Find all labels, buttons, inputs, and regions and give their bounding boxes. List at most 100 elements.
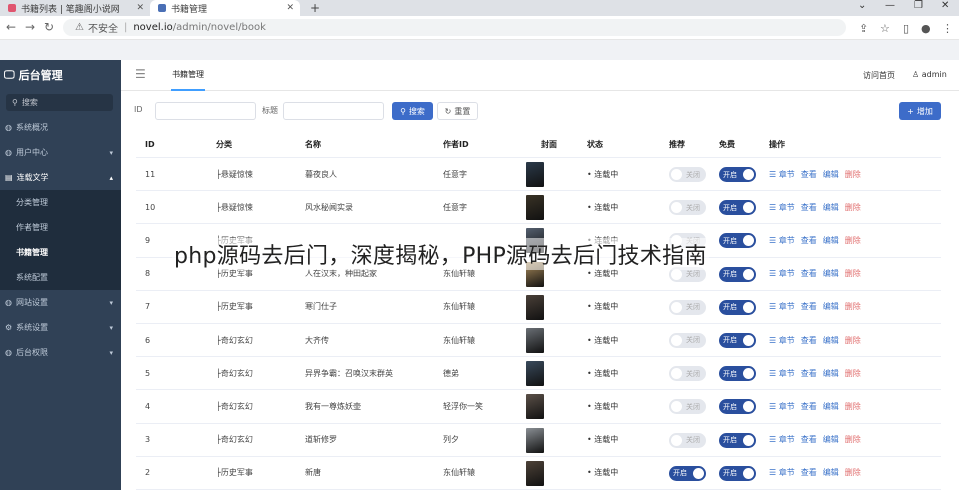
browser-tab-2[interactable]: 书籍管理 ✕ [150, 0, 300, 16]
address-bar-row: ← → ↻ ⚠ 不安全 | novel.io /admin/novel/book… [0, 16, 959, 40]
recommend-toggle[interactable]: 关闭 [669, 332, 706, 348]
delete-link[interactable]: 删除 [845, 434, 861, 445]
star-icon[interactable]: ☆ [880, 22, 890, 35]
delete-link[interactable]: 删除 [845, 268, 861, 279]
cell-status: • 连载中 [587, 335, 619, 345]
sidebar-search[interactable]: ⚲ 搜索 [6, 94, 113, 111]
edit-link[interactable]: 编辑 [823, 368, 839, 379]
chevron-down-icon[interactable]: ⌄ [858, 0, 866, 11]
free-toggle[interactable]: 开启 [719, 167, 756, 182]
reset-button[interactable]: ↻ 重置 [437, 102, 478, 120]
chapters-link[interactable]: ☰ 章节 [769, 401, 795, 412]
restore-icon[interactable]: ❐ [914, 0, 923, 11]
free-toggle[interactable]: 开启 [719, 233, 756, 249]
delete-link[interactable]: 删除 [845, 202, 861, 213]
title-input[interactable] [283, 102, 384, 120]
chapters-link[interactable]: ☰ 章节 [769, 169, 795, 180]
visit-home-link[interactable]: 访问首页 [863, 70, 895, 81]
free-toggle[interactable]: 开启 [719, 299, 756, 315]
recommend-toggle[interactable]: 关闭 [669, 299, 706, 315]
edit-link[interactable]: 编辑 [823, 467, 839, 478]
edit-link[interactable]: 编辑 [823, 301, 839, 312]
sidebar-item-system[interactable]: ⚙ 系统设置 ▾ [0, 315, 121, 340]
view-link[interactable]: 查看 [801, 202, 817, 213]
menu-icon[interactable]: ⋮ [942, 22, 953, 35]
edit-link[interactable]: 编辑 [823, 401, 839, 412]
close-icon[interactable]: ✕ [136, 3, 144, 13]
forward-icon[interactable]: → [25, 20, 35, 34]
free-toggle[interactable]: 开启 [719, 399, 756, 415]
sidebar-item-literature[interactable]: ▤ 连载文学 ▴ [0, 165, 121, 190]
view-link[interactable]: 查看 [801, 434, 817, 445]
recommend-toggle[interactable]: 关闭 [669, 366, 706, 382]
sidebar-item-permissions[interactable]: ◍ 后台权限 ▾ [0, 340, 121, 365]
recommend-toggle[interactable]: 关闭 [669, 200, 706, 216]
share-icon[interactable]: ⇪ [859, 22, 868, 35]
sidebar-item-label: 连载文学 [16, 173, 49, 182]
chapters-link[interactable]: ☰ 章节 [769, 268, 795, 279]
delete-link[interactable]: 删除 [845, 235, 861, 246]
chapters-link[interactable]: ☰ 章节 [769, 434, 795, 445]
view-link[interactable]: 查看 [801, 301, 817, 312]
chapters-link[interactable]: ☰ 章节 [769, 235, 795, 246]
delete-link[interactable]: 删除 [845, 401, 861, 412]
delete-link[interactable]: 删除 [845, 335, 861, 346]
sidebar-item-books[interactable]: 书籍管理 [0, 240, 121, 265]
edit-link[interactable]: 编辑 [823, 202, 839, 213]
free-toggle[interactable]: 开启 [719, 465, 756, 481]
delete-link[interactable]: 删除 [845, 169, 861, 180]
sidebar-item-categories[interactable]: 分类管理 [0, 190, 121, 215]
free-toggle[interactable]: 开启 [719, 366, 756, 382]
recommend-toggle[interactable]: 关闭 [669, 399, 706, 415]
edit-link[interactable]: 编辑 [823, 268, 839, 279]
sidebar-item-overview[interactable]: ◍ 系统概况 [0, 115, 121, 140]
reload-icon[interactable]: ↻ [44, 20, 54, 34]
url-field[interactable]: ⚠ 不安全 | novel.io /admin/novel/book [63, 19, 846, 36]
profile-icon[interactable]: ● [921, 22, 931, 35]
delete-link[interactable]: 删除 [845, 467, 861, 478]
view-link[interactable]: 查看 [801, 169, 817, 180]
add-button[interactable]: + 增加 [899, 102, 941, 120]
sidebar-item-users[interactable]: ◍ 用户中心 ▾ [0, 140, 121, 165]
view-link[interactable]: 查看 [801, 335, 817, 346]
free-toggle[interactable]: 开启 [719, 432, 756, 448]
edit-link[interactable]: 编辑 [823, 235, 839, 246]
recommend-toggle[interactable]: 开启 [669, 465, 706, 481]
chapters-link[interactable]: ☰ 章节 [769, 467, 795, 478]
hamburger-icon[interactable]: ☰ [135, 67, 146, 81]
id-input[interactable] [155, 102, 256, 120]
free-toggle[interactable]: 开启 [719, 266, 756, 282]
edit-link[interactable]: 编辑 [823, 335, 839, 346]
tab-books[interactable]: 书籍管理 [171, 60, 205, 91]
chapters-link[interactable]: ☰ 章节 [769, 202, 795, 213]
view-link[interactable]: 查看 [801, 467, 817, 478]
browser-tab-1[interactable]: 书籍列表 | 笔趣阁小说网 ✕ [0, 0, 150, 16]
back-icon[interactable]: ← [6, 20, 16, 34]
sidepanel-icon[interactable]: ▯ [903, 22, 909, 35]
user-menu[interactable]: ♙ admin [912, 70, 947, 79]
sidebar-item-website[interactable]: ◍ 网站设置 ▾ [0, 290, 121, 315]
recommend-toggle[interactable]: 关闭 [669, 167, 706, 182]
sidebar-item-config[interactable]: 系统配置 [0, 265, 121, 290]
view-link[interactable]: 查看 [801, 268, 817, 279]
free-toggle[interactable]: 开启 [719, 332, 756, 348]
new-tab-icon[interactable]: + [310, 1, 320, 15]
chapters-link[interactable]: ☰ 章节 [769, 335, 795, 346]
view-link[interactable]: 查看 [801, 235, 817, 246]
recommend-toggle[interactable]: 关闭 [669, 432, 706, 448]
chapters-link[interactable]: ☰ 章节 [769, 368, 795, 379]
edit-link[interactable]: 编辑 [823, 434, 839, 445]
delete-link[interactable]: 删除 [845, 368, 861, 379]
search-button[interactable]: ⚲ 搜索 [392, 102, 433, 120]
close-icon[interactable]: ✕ [286, 3, 294, 13]
edit-link[interactable]: 编辑 [823, 169, 839, 180]
reset-button-label: 重置 [454, 106, 471, 116]
chapters-link[interactable]: ☰ 章节 [769, 301, 795, 312]
view-link[interactable]: 查看 [801, 368, 817, 379]
minimize-icon[interactable]: — [885, 0, 895, 11]
view-link[interactable]: 查看 [801, 401, 817, 412]
close-window-icon[interactable]: ✕ [941, 0, 949, 11]
delete-link[interactable]: 删除 [845, 301, 861, 312]
free-toggle[interactable]: 开启 [719, 200, 756, 216]
sidebar-item-authors[interactable]: 作者管理 [0, 215, 121, 240]
